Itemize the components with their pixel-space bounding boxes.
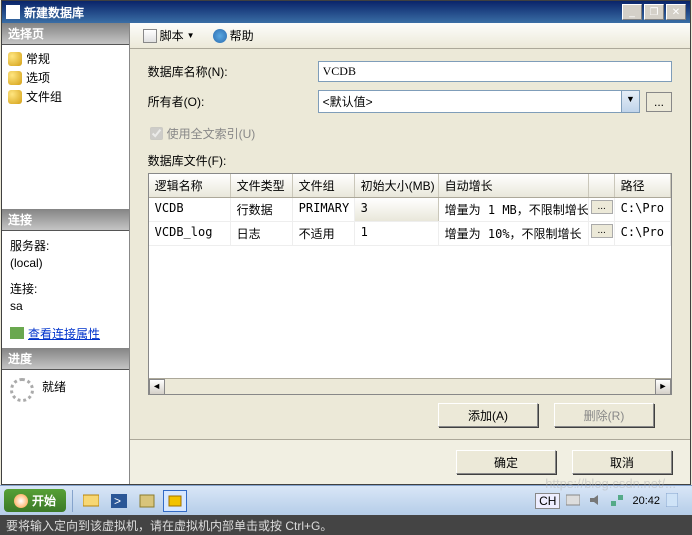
server-label: 服务器: bbox=[10, 237, 121, 254]
tray-volume-icon[interactable] bbox=[588, 493, 604, 509]
taskbar: 开始 > CH 20:42 bbox=[0, 485, 692, 515]
owner-label: 所有者(O): bbox=[148, 93, 318, 110]
progress-spinner-icon bbox=[10, 378, 34, 402]
autogrow-edit-button[interactable]: ... bbox=[591, 200, 613, 214]
owner-combo[interactable]: <默认值> bbox=[318, 90, 622, 113]
app-icon bbox=[6, 5, 20, 19]
system-tray: CH 20:42 bbox=[529, 493, 688, 509]
col-filetype[interactable]: 文件类型 bbox=[231, 174, 293, 197]
dbname-input[interactable] bbox=[318, 61, 672, 82]
script-button[interactable]: 脚本▼ bbox=[136, 24, 202, 47]
vm-status-bar: 要将输入定向到该虚拟机，请在虚拟机内部单击或按 Ctrl+G。 bbox=[0, 515, 692, 535]
view-connection-properties-link[interactable]: 查看连接属性 bbox=[10, 325, 121, 342]
fulltext-checkbox bbox=[150, 127, 163, 140]
help-icon bbox=[213, 29, 227, 43]
add-button[interactable]: 添加(A) bbox=[438, 403, 538, 427]
script-icon bbox=[143, 29, 157, 43]
page-icon bbox=[8, 90, 22, 104]
dialog-footer: 确定 取消 bbox=[130, 439, 690, 484]
col-autogrow[interactable]: 自动增长 bbox=[439, 174, 589, 197]
col-filegroup[interactable]: 文件组 bbox=[293, 174, 355, 197]
window-title: 新建数据库 bbox=[24, 4, 622, 21]
start-button[interactable]: 开始 bbox=[4, 489, 66, 512]
files-table: 逻辑名称 文件类型 文件组 初始大小(MB) 自动增长 路径 VCDB 行数据 … bbox=[148, 173, 672, 395]
progress-panel: 就绪 bbox=[2, 370, 129, 485]
select-page-header: 选择页 bbox=[2, 23, 129, 45]
table-header-row: 逻辑名称 文件类型 文件组 初始大小(MB) 自动增长 路径 bbox=[149, 174, 671, 198]
owner-dropdown-button[interactable]: ▼ bbox=[622, 90, 640, 113]
minimize-button[interactable]: _ bbox=[622, 4, 642, 20]
dialog-window: 新建数据库 _ ❐ ✕ 选择页 常规 选项 文件组 连接 服务器: (local… bbox=[1, 0, 691, 485]
quicklaunch-explorer[interactable] bbox=[79, 490, 103, 512]
horizontal-scrollbar[interactable]: ◄ ► bbox=[149, 378, 671, 394]
page-icon bbox=[8, 52, 22, 66]
connection-header: 连接 bbox=[2, 209, 129, 231]
col-logical[interactable]: 逻辑名称 bbox=[149, 174, 231, 197]
dropdown-arrow-icon: ▼ bbox=[187, 31, 195, 40]
properties-icon bbox=[10, 327, 24, 339]
col-path[interactable]: 路径 bbox=[615, 174, 671, 197]
page-icon bbox=[8, 71, 22, 85]
restore-button[interactable]: ❐ bbox=[644, 4, 664, 20]
quicklaunch-powershell[interactable]: > bbox=[107, 490, 131, 512]
fulltext-label: 使用全文索引(U) bbox=[167, 125, 256, 142]
clock[interactable]: 20:42 bbox=[632, 495, 660, 507]
connection-label: 连接: bbox=[10, 280, 121, 297]
right-pane: 脚本▼ 帮助 数据库名称(N): 所有者(O): <默认值> ▼ ... bbox=[130, 23, 690, 484]
scroll-right-button[interactable]: ► bbox=[655, 379, 671, 395]
tray-icon[interactable] bbox=[566, 493, 582, 509]
tray-show-desktop[interactable] bbox=[666, 493, 682, 509]
connection-panel: 服务器: (local) 连接: sa 查看连接属性 bbox=[2, 231, 129, 348]
left-pane: 选择页 常规 选项 文件组 连接 服务器: (local) 连接: sa 查看连… bbox=[2, 23, 130, 484]
scroll-left-button[interactable]: ◄ bbox=[149, 379, 165, 395]
owner-browse-button[interactable]: ... bbox=[646, 92, 672, 112]
table-row[interactable]: VCDB 行数据 PRIMARY 3 增量为 1 MB，不限制增长 ... C:… bbox=[149, 198, 671, 222]
title-bar[interactable]: 新建数据库 _ ❐ ✕ bbox=[2, 1, 690, 23]
nav-options[interactable]: 选项 bbox=[2, 68, 129, 87]
help-button[interactable]: 帮助 bbox=[206, 24, 261, 47]
quicklaunch-ssms[interactable] bbox=[163, 490, 187, 512]
toolbar: 脚本▼ 帮助 bbox=[130, 23, 690, 49]
files-label: 数据库文件(F): bbox=[148, 152, 672, 169]
tray-network-icon[interactable] bbox=[610, 493, 626, 509]
progress-header: 进度 bbox=[2, 348, 129, 370]
nav-filegroups[interactable]: 文件组 bbox=[2, 87, 129, 106]
svg-text:>: > bbox=[114, 494, 121, 508]
cancel-button[interactable]: 取消 bbox=[572, 450, 672, 474]
ok-button[interactable]: 确定 bbox=[456, 450, 556, 474]
table-row[interactable]: VCDB_log 日志 不适用 1 增量为 10%，不限制增长 ... C:\P… bbox=[149, 222, 671, 246]
nav-general[interactable]: 常规 bbox=[2, 49, 129, 68]
start-orb-icon bbox=[14, 494, 28, 508]
delete-button: 删除(R) bbox=[554, 403, 654, 427]
server-value: (local) bbox=[10, 256, 121, 270]
vm-status-text: 要将输入定向到该虚拟机，请在虚拟机内部单击或按 Ctrl+G。 bbox=[6, 517, 332, 534]
close-button[interactable]: ✕ bbox=[666, 4, 686, 20]
language-indicator[interactable]: CH bbox=[535, 493, 560, 509]
connection-value: sa bbox=[10, 299, 121, 313]
progress-status: 就绪 bbox=[42, 378, 66, 395]
dbname-label: 数据库名称(N): bbox=[148, 63, 318, 80]
col-initsize[interactable]: 初始大小(MB) bbox=[355, 174, 439, 197]
quicklaunch-server[interactable] bbox=[135, 490, 159, 512]
autogrow-edit-button[interactable]: ... bbox=[591, 224, 613, 238]
